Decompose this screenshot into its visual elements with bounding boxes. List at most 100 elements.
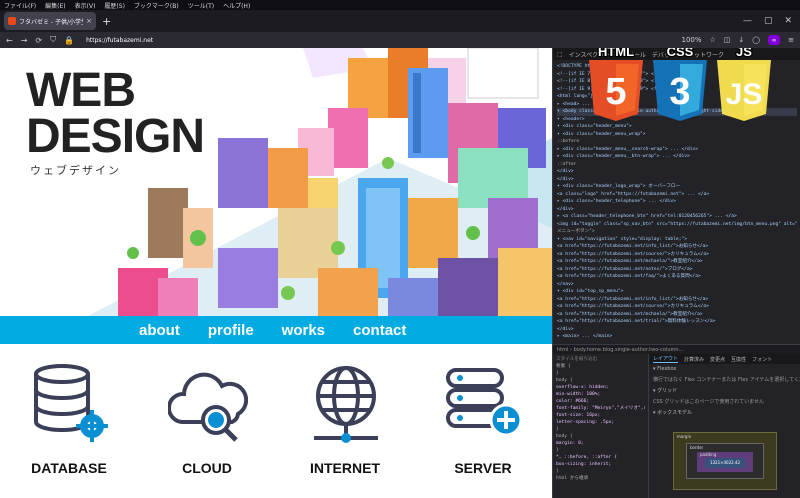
grid-note: CSS グリッドはこのページで使用されていません xyxy=(653,399,765,405)
menu-file[interactable]: ファイル(F) xyxy=(4,1,36,10)
code-line[interactable]: ▾ <div class="header_logo_wrap"> オーバーフロー xyxy=(557,183,797,191)
code-line[interactable]: <a href="https://futabazemi.net/faq/">よく… xyxy=(557,273,797,281)
nav-link-works[interactable]: works xyxy=(282,322,325,339)
code-line[interactable]: ▸ <div class="header_menu__search-wrap">… xyxy=(557,146,797,154)
minimize-icon[interactable]: — xyxy=(743,16,752,26)
code-line[interactable]: </div> xyxy=(557,326,797,334)
rules-filter-input[interactable]: スタイルを絞り込む xyxy=(556,356,645,363)
code-line[interactable]: ▾ <nav id="navigation" style="display: t… xyxy=(557,236,797,244)
menu-help[interactable]: ヘルプ(H) xyxy=(223,1,250,10)
nav-link-contact[interactable]: contact xyxy=(353,322,406,339)
code-line[interactable]: ::before xyxy=(557,138,797,146)
js-logo-icon: JS JS xyxy=(717,48,771,121)
css-rule-line: } xyxy=(556,469,559,474)
code-line[interactable]: </nav> xyxy=(557,281,797,289)
nav-link-about[interactable]: about xyxy=(139,322,180,339)
css-rule-line: min-width: 100%; xyxy=(556,392,601,397)
new-tab-button[interactable]: + xyxy=(102,15,111,28)
card-cloud[interactable]: CLOUD xyxy=(138,344,276,498)
code-line[interactable]: </div> xyxy=(557,176,797,184)
code-line[interactable]: <a href="https://futabazemi.net/info_lis… xyxy=(557,296,797,304)
code-line[interactable]: <a href="https://futabazemi.net/course/"… xyxy=(557,303,797,311)
css-rules-pane[interactable]: スタイルを絞り込む 要素 {} body { overflow-x: hidden… xyxy=(553,354,649,498)
lock-icon[interactable]: 🔒 xyxy=(64,36,74,45)
code-line[interactable]: ▾ <div id="top_sp_menu"> xyxy=(557,288,797,296)
tab-close-icon[interactable]: × xyxy=(86,17,92,25)
extension-icon[interactable]: ∞ xyxy=(768,35,781,45)
code-line[interactable]: <a href="https://futabazemi.net/mchaela/… xyxy=(557,258,797,266)
css-rule-line: } xyxy=(556,448,559,453)
code-line[interactable]: ▾ <div class="header_menu"> xyxy=(557,123,797,131)
css-rule-line: box-sizing: inherit; xyxy=(556,462,612,467)
css-rule-line: overflow-x: hidden; xyxy=(556,385,609,390)
layout-tab-compat[interactable]: 互換性 xyxy=(731,356,746,363)
element-picker-icon[interactable]: ⬚ xyxy=(557,51,563,58)
box-model-diagram: margin border padding 1321×4022.42 xyxy=(673,432,777,490)
hero-section: WEB DESIGN ウェブデザイン xyxy=(0,48,552,316)
code-line[interactable]: <a href="https://futabazemi.net/mchaela/… xyxy=(557,311,797,319)
layout-tab-changes[interactable]: 変更点 xyxy=(710,356,725,363)
forward-button[interactable]: → xyxy=(21,36,28,45)
url-field[interactable]: https://futabazemi.net xyxy=(86,37,153,44)
back-button[interactable]: ← xyxy=(6,36,13,45)
css-rule-line: font-size: 16px; xyxy=(556,413,601,418)
code-line[interactable]: <a class="logo" href="https://futabazemi… xyxy=(557,191,797,199)
hero-title-line1: WEB xyxy=(26,64,136,117)
zoom-level[interactable]: 100% xyxy=(681,36,701,44)
css-rule-line: margin: 0; xyxy=(556,441,584,446)
nav-link-profile[interactable]: profile xyxy=(208,322,254,339)
code-line[interactable]: <a href="https://futabazemi.net/info_lis… xyxy=(557,243,797,251)
menu-view[interactable]: 表示(V) xyxy=(75,1,96,10)
css-rule-line: } xyxy=(556,371,559,376)
dom-breadcrumb[interactable]: html › body.home.blog.single-author.two-… xyxy=(553,344,800,354)
code-line[interactable]: メニューボタン"> xyxy=(557,228,797,236)
layout-tab-fonts[interactable]: フォント xyxy=(752,356,772,363)
menu-hamburger-icon[interactable]: ≡ xyxy=(788,36,794,44)
code-line[interactable]: ▸ <div class="header_telephone"> ... </d… xyxy=(557,198,797,206)
card-internet[interactable]: INTERNET xyxy=(276,344,414,498)
card-database[interactable]: DATABASE xyxy=(0,344,138,498)
layout-pane: レイアウト 計算済み 変更点 互換性 フォント ▾ Flexbox 横行ではなく… xyxy=(649,354,800,498)
server-add-icon xyxy=(446,368,523,437)
maximize-icon[interactable]: ▢ xyxy=(764,16,773,26)
css-rule-line: body { xyxy=(556,378,573,383)
code-line[interactable]: <a href="https://futabazemi.net/notes/">… xyxy=(557,266,797,274)
code-line[interactable]: ▸ <a class="header_telephone_btn" href="… xyxy=(557,213,797,221)
grid-section[interactable]: ▾ グリッド xyxy=(649,385,800,396)
menu-history[interactable]: 履歴(S) xyxy=(104,1,125,10)
browser-tab[interactable]: フタバゼミ - 子供/小学生・中学生 × xyxy=(4,12,96,30)
shield-icon[interactable]: ⛉ xyxy=(50,35,56,45)
database-icon xyxy=(34,364,108,442)
code-line[interactable]: ▾ <div class="header_menu_wrap"> xyxy=(557,131,797,139)
code-line[interactable]: ::after xyxy=(557,161,797,169)
layout-tab-computed[interactable]: 計算済み xyxy=(684,356,704,363)
code-line[interactable]: <a href="https://futabazemi.net/course/"… xyxy=(557,251,797,259)
download-icon[interactable]: ↓ xyxy=(738,36,744,44)
css-rule-line: body { xyxy=(556,434,573,439)
layout-tabs: レイアウト 計算済み 変更点 互換性 フォント xyxy=(649,354,800,364)
menu-bookmarks[interactable]: ブックマーク(B) xyxy=(134,1,179,10)
boxmodel-section[interactable]: ▾ ボックスモデル xyxy=(649,407,800,418)
code-line[interactable]: ▸ <div class="header_menu__btn-wrap"> ..… xyxy=(557,153,797,161)
globe-network-icon xyxy=(314,366,378,443)
devtools-panel: ⬚ インスペクター コンソール デバッガー ネットワーク <!DOCTYPE h… xyxy=(552,48,800,498)
nav-toolbar: ← → ⟳ ⛉ 🔒 https://futabazemi.net 100% ☆ … xyxy=(0,32,800,48)
reload-button[interactable]: ⟳ xyxy=(35,36,42,45)
menu-edit[interactable]: 編集(E) xyxy=(45,1,65,10)
code-line[interactable]: <a href="https://futabazemi.net/trial/">… xyxy=(557,318,797,326)
bookmark-star-icon[interactable]: ☆ xyxy=(710,36,716,44)
card-server[interactable]: SERVER xyxy=(414,344,552,498)
close-window-icon[interactable]: ✕ xyxy=(784,16,792,26)
tab-bar: フタバゼミ - 子供/小学生・中学生 × + — ▢ ✕ xyxy=(0,10,800,32)
flexbox-section[interactable]: ▾ Flexbox xyxy=(649,364,800,374)
code-line[interactable]: ▸ <main> ... </main> xyxy=(557,333,797,341)
code-line[interactable]: </div> xyxy=(557,206,797,214)
service-cards: DATABASE CLOUD INTERNET SERVER xyxy=(0,344,552,498)
code-line[interactable]: </div> xyxy=(557,168,797,176)
css-logo-number: 3 xyxy=(669,71,690,113)
code-line[interactable]: <img id="toggle" class="sp_nav_btn" src=… xyxy=(557,221,797,229)
pocket-icon[interactable]: ◫ xyxy=(724,36,731,44)
menu-tools[interactable]: ツール(T) xyxy=(188,1,214,10)
account-icon[interactable]: ◯ xyxy=(752,36,760,44)
layout-tab-layout[interactable]: レイアウト xyxy=(653,355,679,363)
